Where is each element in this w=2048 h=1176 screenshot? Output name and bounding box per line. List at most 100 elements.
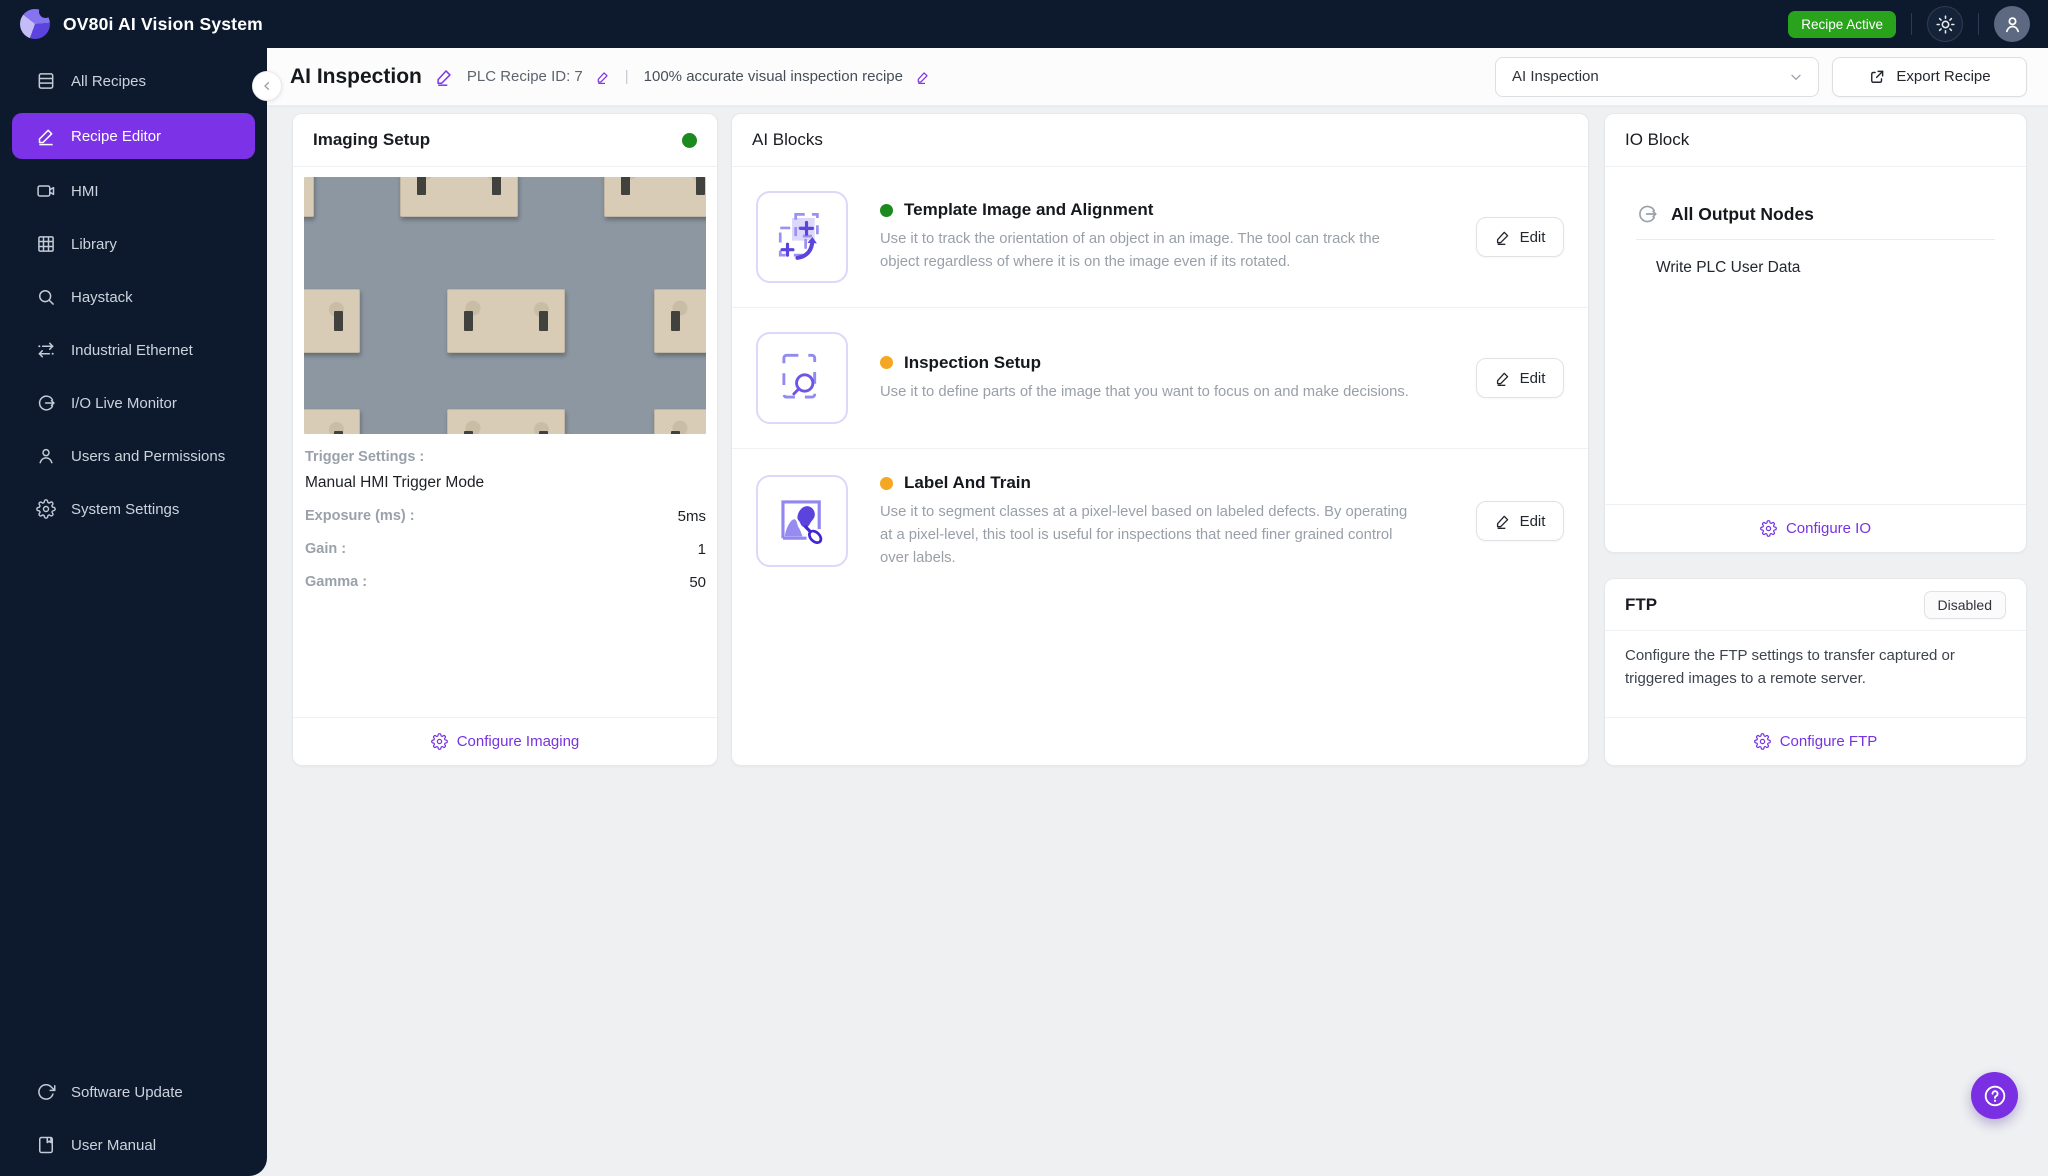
inspection-setup-icon <box>756 332 848 424</box>
header-separator: | <box>624 68 629 85</box>
page-title: AI Inspection <box>290 64 422 88</box>
sidebar-collapse-button[interactable] <box>252 71 282 101</box>
edit-label: Edit <box>1519 512 1546 530</box>
edit-template-alignment-button[interactable]: Edit <box>1476 217 1564 257</box>
imaging-setup-header: Imaging Setup <box>293 114 717 167</box>
output-nodes-section: All Output Nodes Write PLC User Data <box>1605 167 2026 277</box>
output-nodes-title: All Output Nodes <box>1671 203 1814 224</box>
sun-icon <box>1935 14 1955 34</box>
edit-description-icon[interactable] <box>916 70 930 84</box>
sample-part <box>447 409 565 434</box>
sidebar-item-users-permissions[interactable]: Users and Permissions <box>12 435 255 477</box>
template-alignment-icon <box>756 191 848 283</box>
pencil-icon <box>1496 372 1508 386</box>
recipes-list-icon <box>36 71 56 91</box>
edit-title-icon[interactable] <box>435 67 454 86</box>
sidebar: All Recipes Recipe Editor HMI Library Ha… <box>0 48 267 1176</box>
sidebar-item-label: Recipe Editor <box>71 127 162 145</box>
refresh-icon <box>36 1082 56 1102</box>
gamma-row: Gamma : 50 <box>305 574 706 591</box>
sidebar-item-all-recipes[interactable]: All Recipes <box>12 60 255 102</box>
question-icon <box>1984 1085 2005 1106</box>
output-node-item: Write PLC User Data <box>1656 259 1801 276</box>
edit-label: Edit <box>1519 369 1546 387</box>
help-button[interactable] <box>1971 1072 2018 1119</box>
gear-icon <box>36 499 56 519</box>
hmi-screen-icon <box>36 181 56 201</box>
ftp-card: FTP Disabled Configure the FTP settings … <box>1604 578 2027 766</box>
block-info: Label And Train Use it to segment classe… <box>880 473 1435 570</box>
sidebar-item-user-manual[interactable]: User Manual <box>12 1124 255 1166</box>
gear-icon <box>1753 733 1771 750</box>
recipe-active-badge: Recipe Active <box>1788 10 1896 38</box>
sample-part <box>604 177 706 217</box>
topbar-divider <box>1978 13 1979 35</box>
configure-ftp-label: Configure FTP <box>1779 733 1878 750</box>
ftp-description: Configure the FTP settings to transfer c… <box>1625 647 1955 687</box>
sidebar-item-io-live-monitor[interactable]: I/O Live Monitor <box>12 382 255 424</box>
chevron-down-icon <box>1791 74 1801 80</box>
theme-toggle-button[interactable] <box>1927 6 1963 42</box>
main-content: Imaging Setup Trigger Settings : Manual … <box>267 106 2048 1176</box>
gain-label: Gain : <box>305 541 347 557</box>
block-title: Template Image and Alignment <box>904 200 1154 220</box>
block-row-template-alignment: Template Image and Alignment Use it to t… <box>732 167 1588 307</box>
sample-part <box>304 289 360 353</box>
gain-value: 1 <box>697 541 706 558</box>
person-icon <box>36 446 56 466</box>
gain-row: Gain : 1 <box>305 541 706 558</box>
block-status-dot <box>880 476 893 490</box>
configure-ftp-button[interactable]: Configure FTP <box>1605 717 2026 765</box>
app-logo <box>20 5 52 39</box>
block-description: Use it to segment classes at a pixel-lev… <box>880 504 1408 566</box>
sidebar-item-label: Haystack <box>71 288 133 306</box>
gamma-label: Gamma : <box>305 574 368 590</box>
app-title: OV80i AI Vision System <box>63 13 263 34</box>
imaging-setup-card: Imaging Setup Trigger Settings : Manual … <box>292 113 718 766</box>
sidebar-item-label: System Settings <box>71 500 180 518</box>
export-recipe-button[interactable]: Export Recipe <box>1832 56 2027 97</box>
exposure-label: Exposure (ms) : <box>305 508 415 524</box>
sidebar-item-label: Software Update <box>71 1083 183 1101</box>
sidebar-item-label: Industrial Ethernet <box>71 341 193 359</box>
sidebar-item-label: User Manual <box>71 1136 157 1154</box>
io-monitor-icon <box>36 393 56 413</box>
grid-icon <box>36 234 56 254</box>
recipe-description: 100% accurate visual inspection recipe <box>643 68 903 85</box>
sidebar-footer: Software Update User Manual <box>0 1071 267 1166</box>
top-bar: OV80i AI Vision System Recipe Active <box>0 0 2048 48</box>
edit-label-and-train-button[interactable]: Edit <box>1476 501 1564 542</box>
imaging-status-dot <box>682 132 697 148</box>
exposure-row: Exposure (ms) : 5ms <box>305 508 706 525</box>
exposure-value: 5ms <box>677 508 706 525</box>
sidebar-item-label: I/O Live Monitor <box>71 394 177 412</box>
sidebar-item-haystack[interactable]: Haystack <box>12 276 255 318</box>
block-title: Label And Train <box>904 473 1031 492</box>
block-row-label-and-train: Label And Train Use it to segment classe… <box>732 448 1588 594</box>
sidebar-item-library[interactable]: Library <box>12 223 255 265</box>
gamma-value: 50 <box>689 574 706 591</box>
recipe-select[interactable]: AI Inspection <box>1495 56 1819 97</box>
configure-imaging-button[interactable]: Configure Imaging <box>293 717 717 765</box>
sidebar-item-system-settings[interactable]: System Settings <box>12 488 255 530</box>
edit-plc-id-icon[interactable] <box>596 70 610 84</box>
sidebar-item-hmi[interactable]: HMI <box>12 170 255 212</box>
section-divider <box>1636 239 1995 240</box>
sidebar-item-label: All Recipes <box>71 72 147 90</box>
io-block-title: IO Block <box>1625 130 1690 149</box>
sidebar-item-recipe-editor[interactable]: Recipe Editor <box>12 113 255 159</box>
user-avatar[interactable] <box>1994 6 2030 42</box>
block-description: Use it to track the orientation of an ob… <box>880 231 1380 270</box>
sidebar-item-software-update[interactable]: Software Update <box>12 1071 255 1113</box>
search-icon <box>36 287 56 307</box>
pencil-icon <box>1496 516 1508 530</box>
sample-part <box>654 289 706 353</box>
configure-io-button[interactable]: Configure IO <box>1605 504 2026 552</box>
manual-book-icon <box>36 1135 56 1155</box>
sidebar-item-label: Library <box>71 235 117 253</box>
sidebar-item-industrial-ethernet[interactable]: Industrial Ethernet <box>12 329 255 371</box>
edit-inspection-setup-button[interactable]: Edit <box>1476 358 1564 398</box>
block-info: Template Image and Alignment Use it to t… <box>880 200 1435 274</box>
pencil-icon <box>1496 231 1508 245</box>
chevron-left-icon <box>264 82 270 90</box>
